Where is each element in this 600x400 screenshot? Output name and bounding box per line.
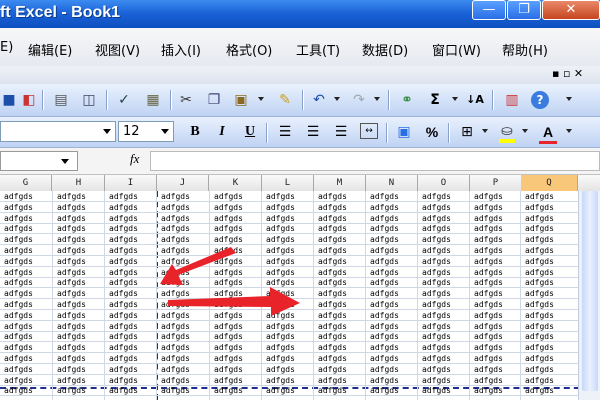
arrow-right-icon <box>168 287 300 316</box>
arrow-left-icon <box>160 247 236 285</box>
annotation-arrows <box>160 247 300 316</box>
